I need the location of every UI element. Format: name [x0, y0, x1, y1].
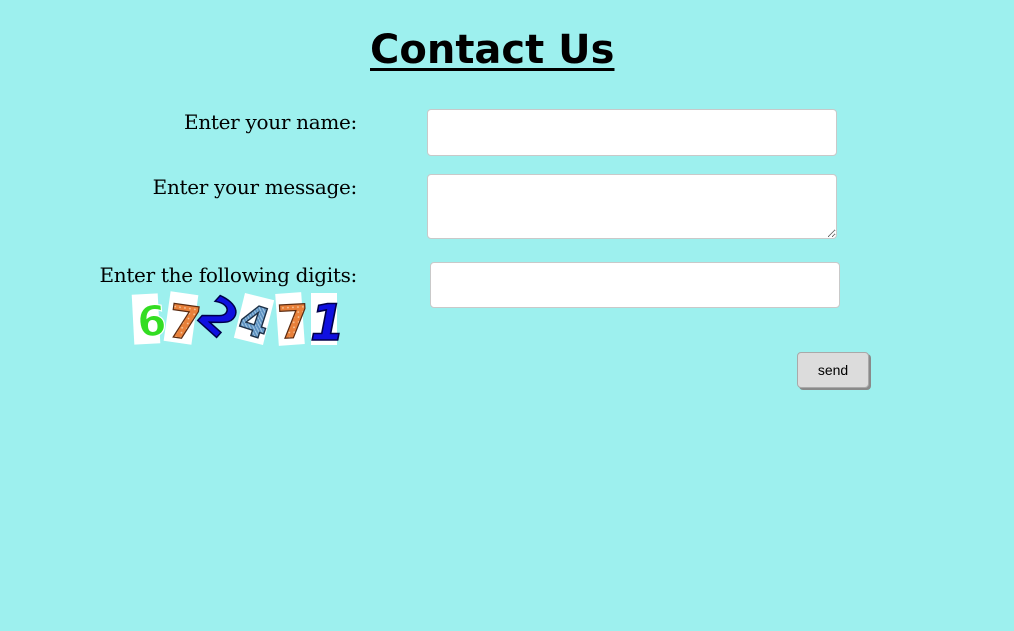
digits-label: Enter the following digits: [99, 263, 357, 287]
captcha-digit: 1 [310, 294, 341, 348]
captcha-digit: 6 [136, 296, 169, 347]
name-label: Enter your name: [184, 110, 357, 134]
message-field[interactable] [427, 174, 837, 239]
contact-page: Contact Us Enter your name: Enter your m… [0, 0, 1014, 631]
send-button[interactable]: send [797, 352, 869, 388]
digits-field[interactable] [430, 262, 840, 308]
captcha-digit: 7 [276, 294, 311, 348]
captcha-image: 6 7 2 4 7 1 [131, 290, 341, 348]
page-title: Contact Us [370, 27, 615, 73]
name-field[interactable] [427, 109, 837, 156]
message-label: Enter your message: [152, 175, 358, 199]
